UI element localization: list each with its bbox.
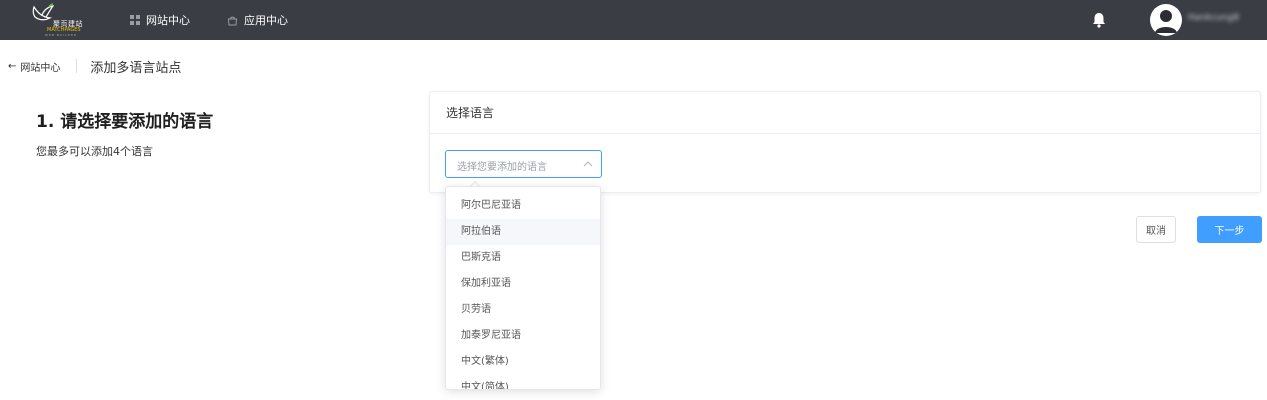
- logo[interactable]: 聚页建站 MATCHPAGES WEB BUILDER: [28, 2, 92, 38]
- language-option[interactable]: 阿尔巴尼亚语: [446, 193, 600, 219]
- language-dropdown: 阿尔巴尼亚语 阿拉伯语 巴斯克语 保加利亚语 贝劳语 加泰罗尼亚语 中文(繁体)…: [445, 186, 601, 390]
- language-option[interactable]: 阿拉伯语: [446, 219, 600, 245]
- language-option[interactable]: 中文(繁体): [446, 349, 600, 375]
- card-header: 选择语言: [430, 92, 1260, 134]
- language-card: 选择语言 选择您要添加的语言: [429, 91, 1261, 193]
- nav-website-center[interactable]: 网站中心: [130, 11, 190, 29]
- next-step-button[interactable]: 下一步: [1197, 216, 1262, 243]
- step-title: 1. 请选择要添加的语言: [36, 112, 214, 132]
- top-navbar: 聚页建站 MATCHPAGES WEB BUILDER 网站中心 应用中心 Ha…: [0, 0, 1267, 40]
- language-option[interactable]: 中文(简体): [446, 375, 600, 389]
- avatar[interactable]: [1150, 4, 1182, 36]
- back-link-label: 网站中心: [20, 62, 61, 74]
- language-option[interactable]: 巴斯克语: [446, 245, 600, 271]
- user-icon: [1155, 10, 1177, 33]
- arrow-left-icon: ←: [8, 60, 17, 72]
- chevron-up-icon: [583, 161, 593, 167]
- bag-icon: [227, 16, 238, 25]
- nav-website-center-label: 网站中心: [146, 14, 190, 27]
- language-options: 阿尔巴尼亚语 阿拉伯语 巴斯克语 保加利亚语 贝劳语 加泰罗尼亚语 中文(繁体)…: [446, 193, 600, 389]
- cancel-button[interactable]: 取消: [1136, 216, 1176, 243]
- logo-text-sub: WEB BUILDER: [45, 33, 77, 37]
- page-title: 添加多语言站点: [90, 60, 182, 76]
- grid-icon: [130, 15, 140, 25]
- bell-icon[interactable]: [1090, 11, 1108, 29]
- nav-app-center[interactable]: 应用中心: [227, 11, 288, 29]
- breadcrumb: ← 网站中心 添加多语言站点: [8, 57, 182, 76]
- step-description: 您最多可以添加4个语言: [36, 145, 153, 158]
- back-link[interactable]: ← 网站中心: [8, 59, 60, 74]
- language-option[interactable]: 加泰罗尼亚语: [446, 323, 600, 349]
- language-option[interactable]: 保加利亚语: [446, 271, 600, 297]
- select-placeholder: 选择您要添加的语言: [457, 162, 547, 173]
- language-select[interactable]: 选择您要添加的语言: [445, 150, 602, 178]
- username[interactable]: Hankcung8: [1188, 13, 1248, 25]
- language-option[interactable]: 贝劳语: [446, 297, 600, 323]
- nav-app-center-label: 应用中心: [244, 14, 288, 27]
- dove-logo-icon: [32, 3, 54, 21]
- breadcrumb-divider: [76, 59, 78, 73]
